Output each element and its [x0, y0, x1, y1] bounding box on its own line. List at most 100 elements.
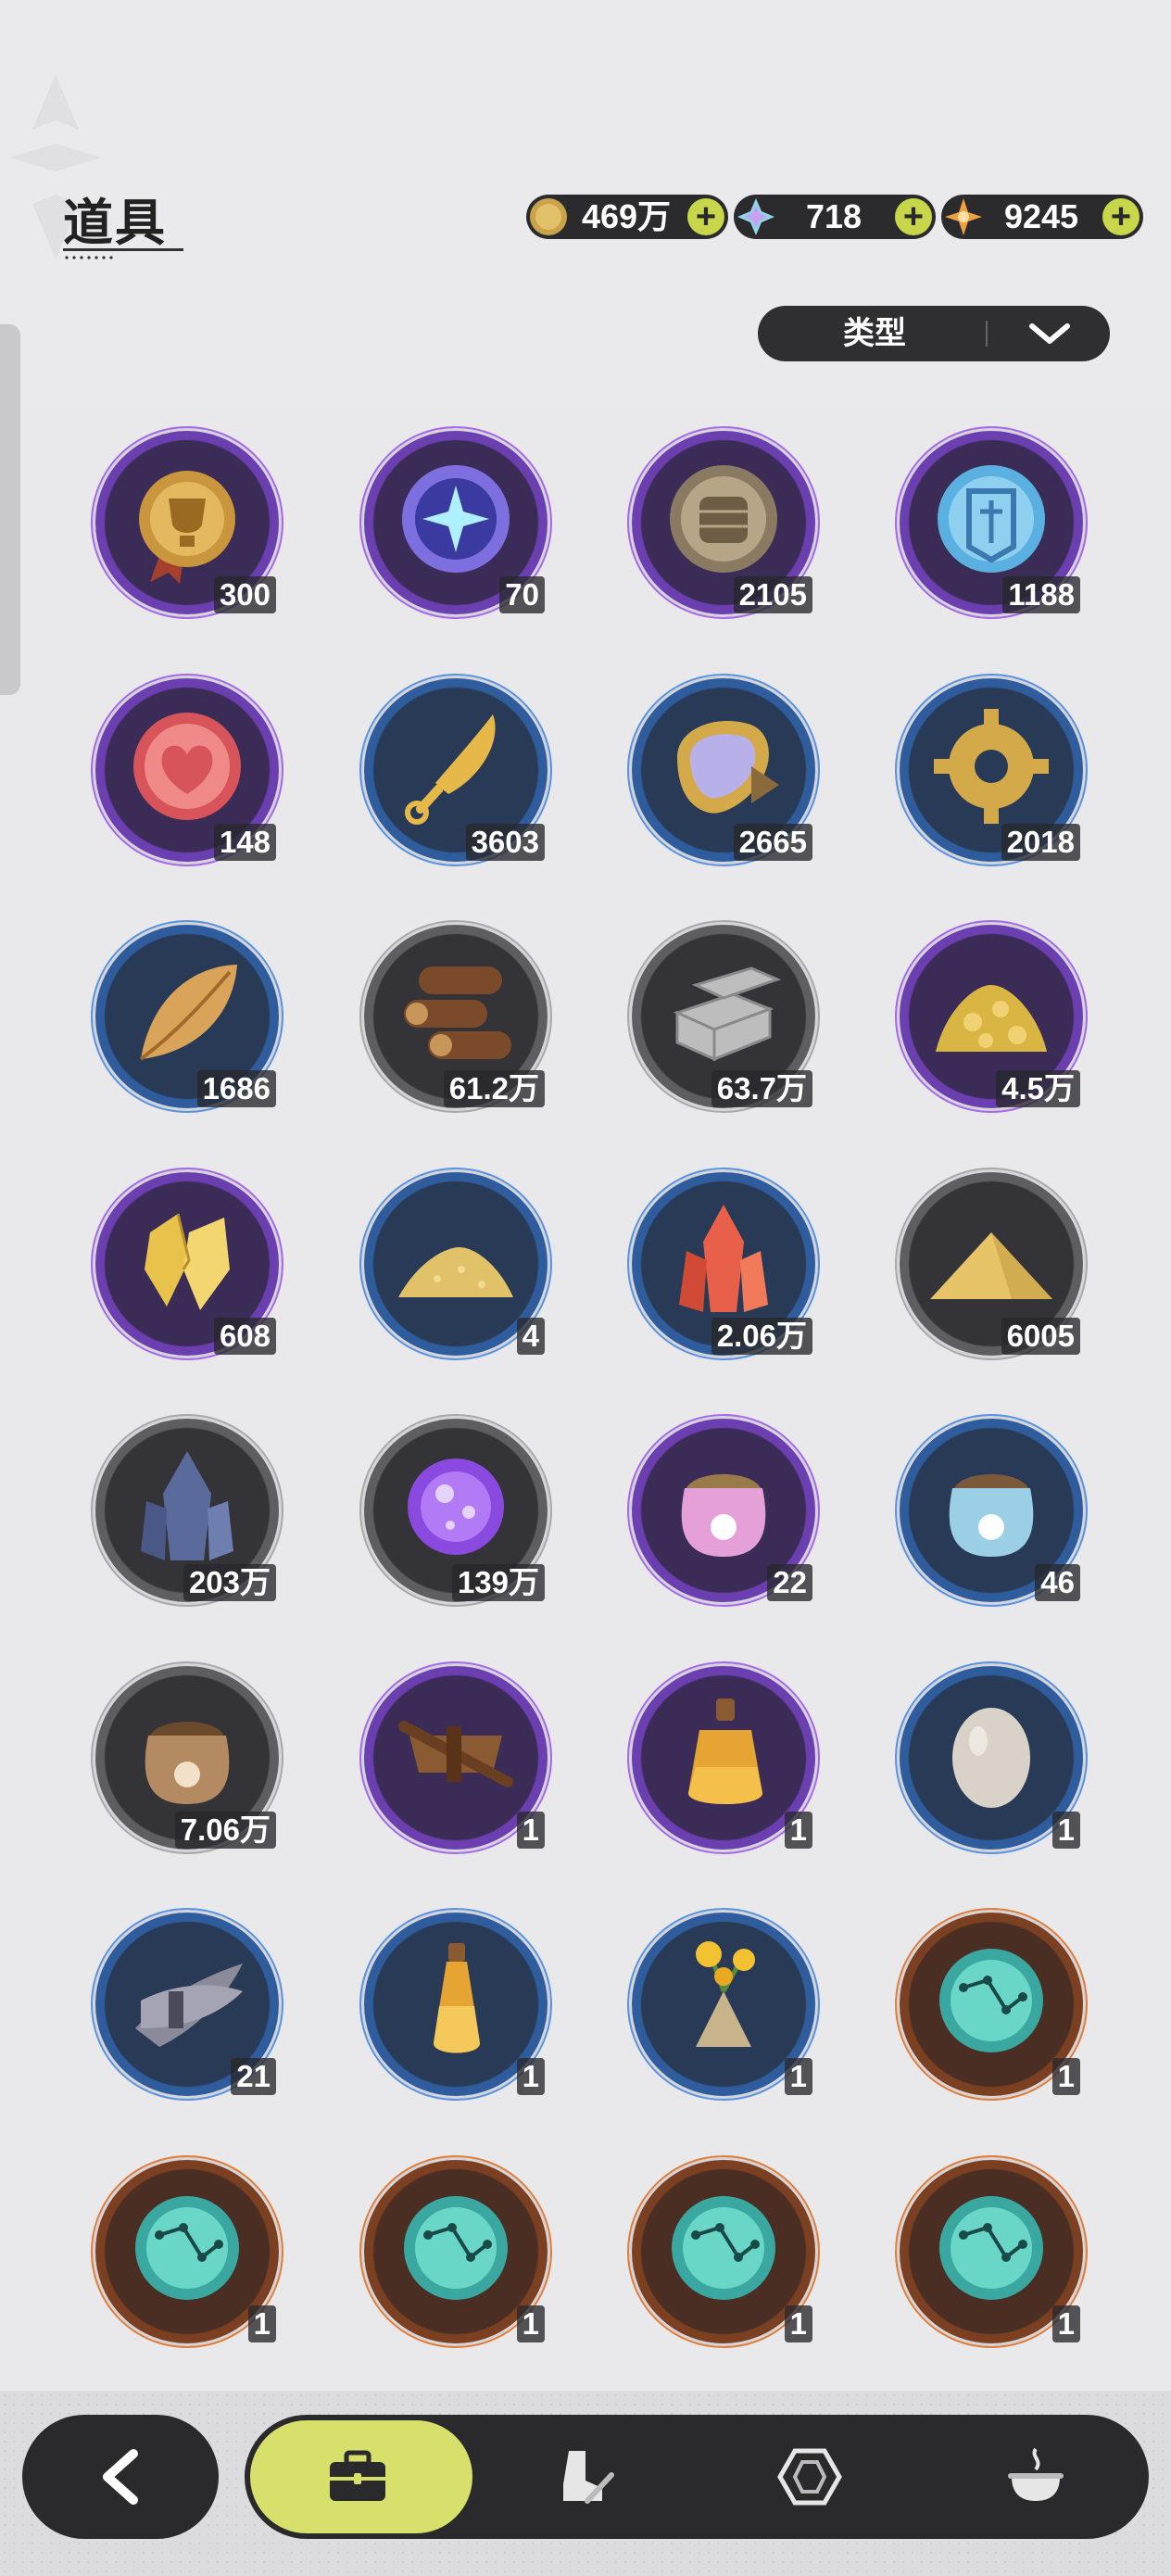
star-jewel-icon — [945, 198, 982, 235]
stone-brick-icon — [673, 966, 782, 1062]
item-count: 148 — [213, 823, 276, 861]
item-count: 1 — [516, 2305, 545, 2342]
item-count: 1 — [784, 2305, 812, 2342]
page-title: 道具 — [63, 196, 167, 251]
back-button[interactable] — [22, 2415, 219, 2539]
hexagon-gem-icon — [777, 2448, 842, 2506]
boot-sword-icon — [563, 2451, 614, 2504]
item-slot[interactable]: 61.2万 — [359, 920, 552, 1113]
flower-bouquet-icon — [696, 1941, 755, 2047]
constellation-orb-icon — [135, 2195, 239, 2300]
blue-food-bag-icon — [949, 1474, 1034, 1557]
item-count: 61.2万 — [443, 1070, 545, 1107]
item-count: 3603 — [465, 823, 545, 861]
type-filter-dropdown[interactable]: 类型 — [758, 306, 1110, 361]
chevron-down-icon — [1029, 323, 1070, 344]
item-slot[interactable]: 4.5万 — [895, 920, 1088, 1113]
trophy-medal-icon — [139, 471, 235, 584]
title-underline — [63, 248, 183, 251]
item-count: 4.5万 — [996, 1070, 1080, 1107]
item-slot[interactable]: 3603 — [359, 673, 552, 866]
item-count: 1 — [247, 2305, 276, 2342]
crystal-icon — [737, 198, 774, 235]
bottom-nav — [245, 2415, 1149, 2539]
tab-equipment[interactable] — [471, 2415, 697, 2539]
item-slot[interactable]: 1 — [359, 2154, 552, 2348]
add-star-button[interactable]: + — [1102, 198, 1140, 235]
item-count: 7.06万 — [174, 1811, 276, 1849]
brown-food-bag-icon — [145, 1721, 230, 1804]
tab-items[interactable] — [245, 2415, 472, 2539]
item-slot[interactable]: 1 — [91, 2154, 283, 2348]
item-count: 21 — [231, 2058, 276, 2095]
leaf-icon — [139, 965, 237, 1061]
heart-coin-icon — [133, 712, 241, 820]
toolbox-icon — [330, 2450, 385, 2501]
emblem-coin-icon — [938, 465, 1045, 573]
item-count: 6005 — [1001, 1317, 1080, 1355]
item-slot[interactable]: 1 — [359, 1661, 552, 1854]
item-slot[interactable]: 63.7万 — [627, 920, 820, 1113]
item-slot[interactable]: 1 — [627, 2154, 820, 2348]
item-slot[interactable]: 139万 — [359, 1414, 552, 1607]
currency-star: 9245 + — [941, 195, 1143, 239]
item-count: 2105 — [733, 576, 812, 613]
potion-vial-icon — [434, 1943, 480, 2053]
filter-separator — [986, 321, 988, 347]
tab-cooking[interactable] — [923, 2415, 1149, 2539]
item-slot[interactable]: 1188 — [895, 426, 1088, 619]
constellation-orb-icon — [404, 2195, 508, 2300]
item-slot[interactable]: 2.06万 — [627, 1167, 820, 1360]
item-slot[interactable]: 21 — [91, 1908, 283, 2101]
item-count: 1 — [784, 1811, 812, 1849]
gold-crystal-icon — [145, 1213, 230, 1310]
item-slot[interactable]: 2105 — [627, 426, 820, 619]
constellation-orb-icon — [672, 2195, 775, 2300]
item-slot[interactable]: 70 — [359, 426, 552, 619]
gold-coin-icon — [530, 198, 567, 235]
add-gold-button[interactable]: + — [687, 198, 724, 235]
add-crystal-button[interactable]: + — [895, 198, 932, 235]
item-slot[interactable]: 2018 — [895, 673, 1088, 866]
item-slot[interactable]: 1 — [359, 1908, 552, 2101]
item-count: 1 — [1051, 2058, 1080, 2095]
item-count: 203万 — [183, 1564, 276, 1601]
item-slot[interactable]: 2665 — [627, 673, 820, 866]
star-orb-icon — [402, 465, 510, 573]
item-count: 139万 — [451, 1564, 545, 1601]
item-slot[interactable]: 1 — [895, 1661, 1088, 1854]
item-slot[interactable]: 203万 — [91, 1414, 283, 1607]
item-grid: 300 70 2105 1188 148 3603 2665 2018 1686 61.2万 63.… — [0, 408, 1171, 2381]
gold-dust-pile-icon — [398, 1246, 513, 1297]
currency-crystal-value: 718 — [805, 197, 863, 235]
amber-flask-icon — [688, 1698, 762, 1804]
item-slot[interactable]: 148 — [91, 673, 283, 866]
item-slot[interactable]: 4 — [359, 1167, 552, 1360]
item-slot[interactable]: 1 — [895, 1908, 1088, 2101]
tab-gems[interactable] — [697, 2415, 923, 2539]
red-crystal-icon — [679, 1204, 768, 1312]
currency-gold-value: 469万 — [581, 197, 672, 235]
item-count: 2665 — [733, 823, 812, 861]
item-slot[interactable]: 1 — [895, 2154, 1088, 2348]
item-slot[interactable]: 22 — [627, 1414, 820, 1607]
item-count: 1686 — [196, 1070, 276, 1107]
item-slot[interactable]: 608 — [91, 1167, 283, 1360]
constellation-orb-icon — [939, 1949, 1043, 2052]
header: 道具 469万 + 718 + 9245 + 类型 — [0, 0, 1171, 408]
item-count: 1 — [1051, 1811, 1080, 1849]
item-slot[interactable]: 46 — [895, 1414, 1088, 1607]
item-count: 1 — [1051, 2305, 1080, 2342]
currency-gold: 469万 + — [526, 195, 728, 239]
item-count: 608 — [213, 1317, 276, 1355]
item-slot[interactable]: 6005 — [895, 1167, 1088, 1360]
bone-blade-icon — [405, 713, 496, 825]
item-slot[interactable]: 300 — [91, 426, 283, 619]
item-slot[interactable]: 1 — [627, 1908, 820, 2101]
item-count: 1 — [784, 2058, 812, 2095]
item-slot[interactable]: 1 — [627, 1661, 820, 1854]
item-slot[interactable]: 1686 — [91, 920, 283, 1113]
item-count: 1188 — [1002, 576, 1080, 613]
gold-nugget-pile-icon — [936, 985, 1047, 1052]
item-slot[interactable]: 7.06万 — [91, 1661, 283, 1854]
